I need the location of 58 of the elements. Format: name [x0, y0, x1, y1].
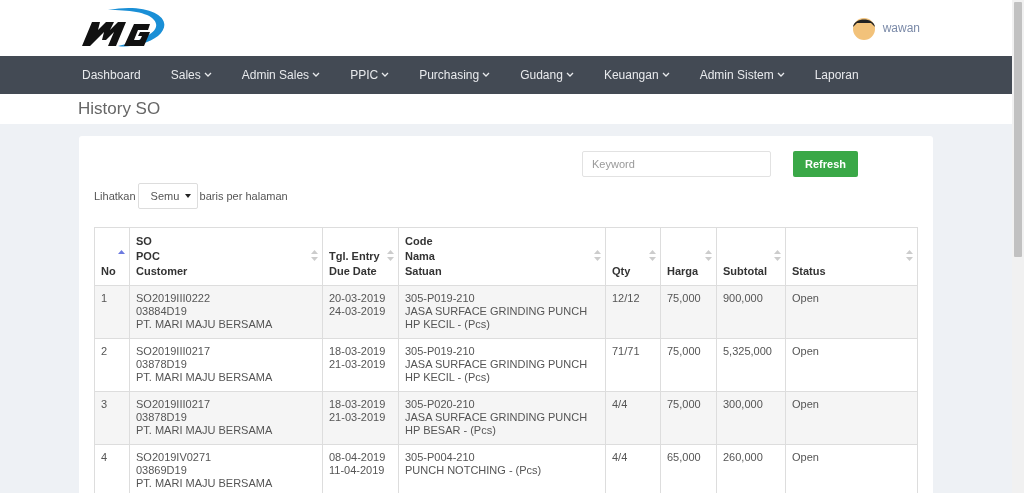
- page-size-label: Lihatkan: [94, 188, 136, 204]
- nav-item[interactable]: Sales: [168, 62, 214, 88]
- column-header[interactable]: Tgl. Entry Due Date: [322, 227, 399, 286]
- column-header[interactable]: Harga: [660, 227, 717, 286]
- table-cell: 4/4: [605, 391, 661, 445]
- table-cell: 18-03-2019 21-03-2019: [322, 338, 399, 392]
- table-cell: Open: [785, 338, 918, 392]
- caret-icon: [661, 72, 670, 78]
- column-header[interactable]: Subtotal: [716, 227, 786, 286]
- table-cell: 71/71: [605, 338, 661, 392]
- table-cell: 3: [94, 391, 130, 445]
- column-header[interactable]: Code Nama Satuan: [398, 227, 606, 286]
- page-size-select[interactable]: Semu: [137, 183, 198, 209]
- table-cell: 900,000: [716, 285, 786, 339]
- nav-item[interactable]: Admin Sistem: [697, 62, 787, 88]
- column-header[interactable]: SO POC Customer: [129, 227, 323, 286]
- caret-icon: [203, 72, 212, 78]
- nav-item[interactable]: Gudang: [518, 62, 576, 88]
- table-cell: 12/12: [605, 285, 661, 339]
- table-cell: SO2019III0222 03884D19 PT. MARI MAJU BERSAMA: [129, 285, 323, 339]
- nav-item[interactable]: Purchasing: [417, 62, 493, 88]
- table-cell: 305-P020-210 JASA SURFACE GRINDING PUNCH HP BESAR - (Pcs): [398, 391, 606, 445]
- table-cell: 2: [94, 338, 130, 392]
- caret-icon: [565, 72, 574, 78]
- column-header[interactable]: Qty: [605, 227, 661, 286]
- table-cell: 1: [94, 285, 130, 339]
- search-field[interactable]: Keyword: [582, 151, 772, 177]
- table-cell: 20-03-2019 24-03-2019: [322, 285, 399, 339]
- table-cell: Open: [785, 285, 918, 339]
- nav-item[interactable]: Laporan: [812, 62, 861, 88]
- table-cell: SO2019III0217 03878D19 PT. MARI MAJU BERSAMA: [129, 391, 323, 445]
- nav-item[interactable]: PPIC: [348, 62, 392, 88]
- table-cell: 5,325,000: [716, 338, 786, 392]
- table-cell: SO2019III0217 03878D19 PT. MARI MAJU BERSAMA: [129, 338, 323, 392]
- scrollbar[interactable]: [1012, 0, 1024, 493]
- column-header[interactable]: No: [94, 227, 130, 286]
- page-size-suffix: baris per halaman: [199, 188, 288, 204]
- table-cell: 75,000: [660, 338, 717, 392]
- caret-icon: [312, 72, 321, 78]
- caret-icon: [184, 194, 191, 198]
- column-header[interactable]: Status: [785, 227, 918, 286]
- table-cell: 305-P019-210 JASA SURFACE GRINDING PUNCH HP KECIL - (Pcs): [398, 285, 606, 339]
- table-cell: 300,000: [716, 391, 786, 445]
- user-name[interactable]: wawan: [882, 19, 920, 37]
- caret-icon: [381, 72, 390, 78]
- table-cell: 18-03-2019 21-03-2019: [322, 391, 399, 445]
- caret-icon: [482, 72, 491, 78]
- table-cell: 75,000: [660, 285, 717, 339]
- avatar: [850, 15, 877, 41]
- page-title: History SO: [78, 98, 161, 121]
- table-cell: 305-P019-210 JASA SURFACE GRINDING PUNCH HP KECIL - (Pcs): [398, 338, 606, 392]
- nav-item[interactable]: Admin Sales: [239, 62, 323, 88]
- nav-item[interactable]: Keuangan: [601, 62, 672, 88]
- nav-item[interactable]: Dashboard: [80, 62, 143, 88]
- table-cell: 75,000: [660, 391, 717, 445]
- table-cell: 4: [94, 444, 130, 493]
- caret-icon: [776, 72, 785, 78]
- table-cell: Open: [785, 391, 918, 445]
